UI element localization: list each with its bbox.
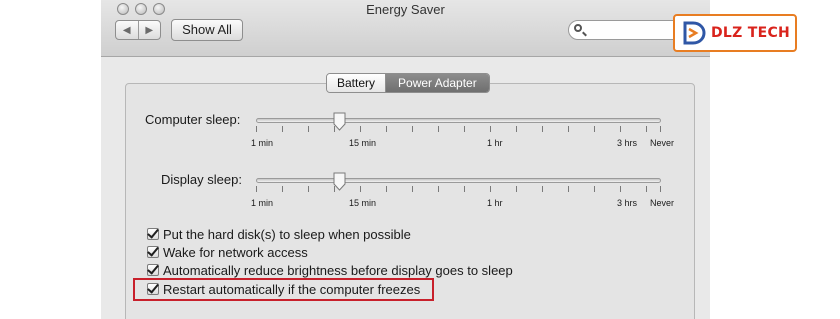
display-sleep-tick-1min: 1 min: [251, 198, 274, 208]
wake-network-checkbox[interactable]: [147, 246, 159, 258]
computer-sleep-slider-knob[interactable]: [333, 112, 346, 131]
reduce-brightness-checkbox[interactable]: [147, 264, 159, 276]
minimize-window-button[interactable]: [135, 3, 147, 15]
display-sleep-slider-track[interactable]: [256, 178, 661, 183]
tab-battery[interactable]: Battery: [327, 74, 387, 92]
navigation-group: ◀ ▶: [115, 20, 161, 40]
reduce-brightness-label: Automatically reduce brightness before d…: [163, 262, 513, 278]
dlz-logo-icon: [683, 21, 706, 45]
display-sleep-tick-15min: 15 min: [349, 198, 377, 208]
search-icon: [574, 24, 582, 32]
search-field[interactable]: [568, 20, 690, 40]
display-sleep-slider-knob[interactable]: [333, 172, 346, 191]
back-arrow-icon: ◀: [122, 24, 131, 36]
power-source-tabs: Battery Power Adapter: [326, 73, 490, 93]
computer-sleep-ticks: [256, 126, 661, 132]
computer-sleep-slider-track[interactable]: [256, 118, 661, 123]
highlight-annotation: [133, 278, 434, 301]
show-all-button[interactable]: Show All: [171, 19, 243, 41]
forward-button[interactable]: ▶: [137, 21, 161, 39]
computer-sleep-tick-3hrs: 3 hrs: [617, 138, 638, 148]
computer-sleep-label: Computer sleep:: [145, 112, 241, 127]
logo-text: DLZ TECH: [711, 25, 791, 41]
display-sleep-ticks: [256, 186, 661, 192]
wake-network-label: Wake for network access: [163, 244, 308, 260]
dlz-tech-logo: DLZ TECH: [673, 14, 797, 52]
option-hard-disk-sleep[interactable]: Put the hard disk(s) to sleep when possi…: [147, 226, 411, 242]
computer-sleep-tick-1min: 1 min: [251, 138, 274, 148]
toolbar: Energy Saver ◀ ▶ Show All: [101, 0, 710, 57]
tab-power-adapter[interactable]: Power Adapter: [386, 74, 489, 92]
hard-disk-sleep-label: Put the hard disk(s) to sleep when possi…: [163, 226, 411, 242]
display-sleep-tick-3hrs: 3 hrs: [617, 198, 638, 208]
option-wake-network[interactable]: Wake for network access: [147, 244, 308, 260]
back-button[interactable]: ◀: [116, 21, 138, 39]
display-sleep-tick-1hr: 1 hr: [487, 198, 503, 208]
close-window-button[interactable]: [117, 3, 129, 15]
window-title: Energy Saver: [366, 2, 445, 17]
forward-arrow-icon: ▶: [145, 24, 154, 36]
hard-disk-sleep-checkbox[interactable]: [147, 228, 159, 240]
display-sleep-tick-never: Never: [650, 198, 675, 208]
computer-sleep-tick-1hr: 1 hr: [487, 138, 503, 148]
energy-saver-window: Energy Saver ◀ ▶ Show All Battery Power …: [101, 0, 710, 319]
computer-sleep-tick-15min: 15 min: [349, 138, 377, 148]
option-reduce-brightness[interactable]: Automatically reduce brightness before d…: [147, 262, 513, 278]
computer-sleep-tick-never: Never: [650, 138, 675, 148]
zoom-window-button[interactable]: [153, 3, 165, 15]
search-input[interactable]: [587, 23, 683, 37]
display-sleep-label: Display sleep:: [161, 172, 242, 187]
